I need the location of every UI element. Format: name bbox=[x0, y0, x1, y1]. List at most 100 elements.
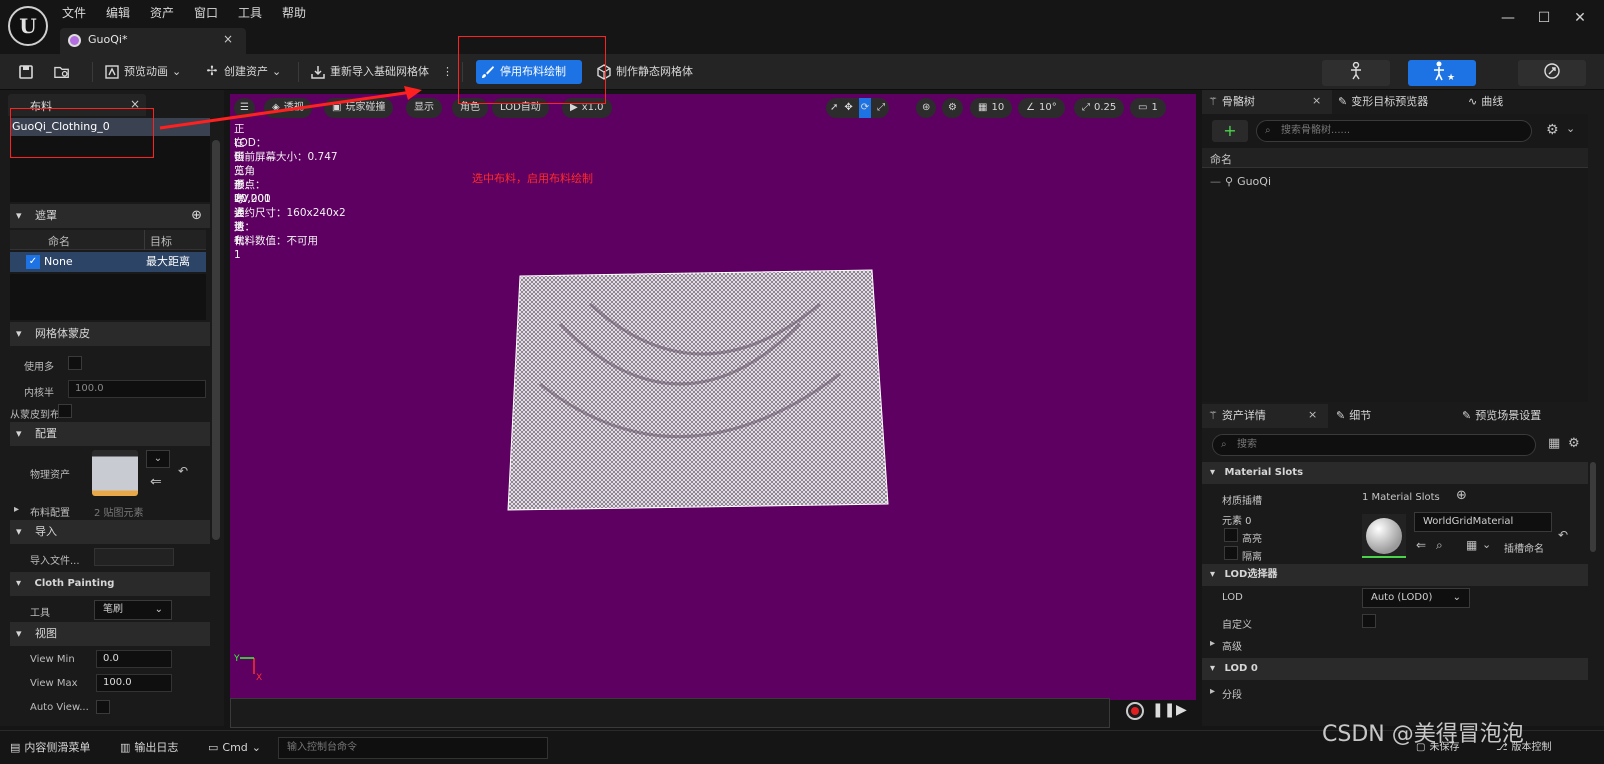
view-section-header[interactable]: ▾ 视图 bbox=[10, 622, 210, 646]
preview-scene-settings-tab[interactable]: ✎ 预览场景设置 bbox=[1462, 405, 1541, 427]
viewport[interactable]: ☰ ◈透视 ▣玩家碰撞 显示 角色 LOD自动 ▶x1.0 ➚ ✥ ⟳ ⤢ ⊛ … bbox=[230, 94, 1196, 700]
cmd-dropdown[interactable]: ▭ Cmd ⌄ bbox=[208, 739, 261, 757]
material-slots-section-header[interactable]: ▾ Material Slots bbox=[1202, 462, 1588, 484]
expand-arrow-icon[interactable]: ▸ bbox=[14, 504, 19, 515]
menu-help[interactable]: 帮助 bbox=[282, 4, 306, 22]
tool-dropdown[interactable]: 笔刷 ⌄ bbox=[94, 600, 172, 620]
document-tab-close-button[interactable]: × bbox=[223, 32, 233, 46]
left-panel-scrollbar[interactable] bbox=[212, 140, 220, 540]
bone-icon: ⚲ bbox=[1225, 174, 1234, 188]
inner-radius-field[interactable]: 100.0 bbox=[68, 380, 206, 398]
cloth-mesh[interactable] bbox=[500, 264, 910, 524]
import-section-header[interactable]: ▾ 导入 bbox=[10, 520, 210, 544]
skeleton-tab-close-button[interactable]: × bbox=[1312, 94, 1321, 107]
save-button[interactable] bbox=[14, 60, 38, 84]
chevron-down-icon[interactable]: ⌄ bbox=[1482, 538, 1491, 551]
checker-icon[interactable]: ▦ bbox=[1466, 538, 1477, 552]
auto-view-checkbox[interactable] bbox=[96, 700, 110, 714]
expand-arrow-icon[interactable]: ▸ bbox=[1210, 638, 1215, 649]
mesh-skin-section-header[interactable]: ▾ 网格体蒙皮 bbox=[10, 322, 210, 346]
axis-gizmo: Y X bbox=[233, 654, 262, 682]
select-icon[interactable]: ➚ bbox=[830, 98, 838, 118]
pause-icon[interactable]: ❚❚ bbox=[1152, 702, 1175, 718]
menu-edit[interactable]: 编辑 bbox=[106, 4, 130, 22]
bone-row-root[interactable]: — ⚲ GuoQi bbox=[1210, 172, 1271, 190]
lod-picker-section-header[interactable]: ▾ LOD选择器 bbox=[1202, 564, 1588, 586]
from-skin-checkbox[interactable] bbox=[58, 404, 72, 418]
mask-table-header: 命名 目标 bbox=[10, 230, 206, 250]
animation-mode-button[interactable] bbox=[1518, 60, 1586, 86]
material-picker[interactable]: WorldGridMaterial bbox=[1414, 512, 1552, 532]
more-options-button[interactable]: ⋮ bbox=[438, 60, 457, 84]
chevron-down-icon[interactable]: ⌄ bbox=[1566, 122, 1575, 135]
world-local-icon[interactable]: ⊛ bbox=[916, 98, 937, 118]
mask-section-header[interactable]: ▾ 遮罩 ⊕ bbox=[10, 204, 210, 228]
menu-file[interactable]: 文件 bbox=[62, 4, 86, 22]
skeleton-search-input[interactable]: ⌕ 搜索骨骼树...... bbox=[1256, 120, 1532, 142]
output-log-button[interactable]: ▥ 输出日志 bbox=[120, 739, 178, 757]
add-mask-icon[interactable]: ⊕ bbox=[191, 204, 202, 228]
scale-icon[interactable]: ⤢ bbox=[877, 98, 885, 118]
material-thumbnail[interactable] bbox=[1362, 514, 1406, 558]
physics-asset-label: 物理资产 bbox=[30, 470, 70, 481]
isolate-checkbox[interactable] bbox=[1224, 546, 1238, 560]
details-search-input[interactable]: ⌕ 搜索 bbox=[1212, 434, 1536, 456]
camera-speed-button[interactable]: ▭ 1 bbox=[1130, 98, 1166, 118]
document-tab[interactable]: GuoQi* × bbox=[60, 28, 246, 54]
view-min-field[interactable]: 0.0 bbox=[96, 650, 172, 668]
gear-icon[interactable]: ⚙ bbox=[1568, 436, 1580, 451]
surface-snap-icon[interactable]: ⚙ bbox=[942, 98, 963, 118]
reset-icon[interactable]: ↶ bbox=[178, 464, 188, 478]
use-selected-icon[interactable]: ⇐ bbox=[1416, 538, 1426, 552]
asset-details-tab[interactable]: ⚚ 资产详情 × bbox=[1202, 404, 1328, 428]
lod-dropdown[interactable]: Auto (LOD0) ⌄ bbox=[1362, 588, 1470, 608]
translate-icon[interactable]: ✥ bbox=[844, 98, 852, 118]
maximize-button[interactable]: ☐ bbox=[1530, 8, 1558, 28]
mask-enabled-checkbox[interactable]: ✓ bbox=[26, 255, 40, 269]
details-scrollbar[interactable] bbox=[1590, 462, 1596, 552]
use-selected-icon[interactable]: ⇐ bbox=[150, 474, 162, 490]
unreal-logo-icon[interactable]: U bbox=[8, 6, 48, 46]
add-bone-button[interactable]: + bbox=[1212, 120, 1248, 142]
highlight-checkbox[interactable] bbox=[1224, 528, 1238, 542]
lod0-section-header[interactable]: ▾ LOD 0 bbox=[1202, 658, 1588, 680]
skeleton-tree-tab[interactable]: ⚚ 骨骼树 × bbox=[1202, 90, 1332, 114]
use-multi-checkbox[interactable] bbox=[68, 356, 82, 370]
skeleton-mode-button[interactable] bbox=[1322, 60, 1390, 86]
menu-tools[interactable]: 工具 bbox=[238, 4, 262, 22]
expand-arrow-icon[interactable]: ▸ bbox=[1210, 686, 1215, 697]
record-button[interactable] bbox=[1126, 702, 1144, 720]
config-section-header[interactable]: ▾ 配置 bbox=[10, 422, 210, 446]
step-forward-icon[interactable]: ▶ bbox=[1176, 702, 1187, 718]
angle-snap-button[interactable]: ∠ 10° bbox=[1018, 98, 1065, 118]
gear-icon[interactable]: ⚙ bbox=[1546, 122, 1559, 138]
scale-snap-button[interactable]: ⤢ 0.25 bbox=[1074, 98, 1125, 118]
minimize-button[interactable]: — bbox=[1494, 8, 1522, 28]
rotate-icon[interactable]: ⟳ bbox=[858, 98, 872, 118]
add-material-slot-icon[interactable]: ⊕ bbox=[1456, 488, 1467, 503]
table-view-icon[interactable]: ▦ bbox=[1548, 436, 1560, 451]
close-window-button[interactable]: ✕ bbox=[1566, 8, 1594, 28]
make-static-mesh-button[interactable]: 制作静态网格体 bbox=[592, 60, 697, 84]
view-max-field[interactable]: 100.0 bbox=[96, 674, 172, 692]
details-tab[interactable]: ✎ 细节 bbox=[1336, 405, 1371, 427]
browse-content-button[interactable] bbox=[50, 60, 74, 84]
content-drawer-button[interactable]: ▤ 内容侧滑菜单 bbox=[10, 739, 90, 757]
mask-row[interactable]: ✓ None 最大距离 bbox=[10, 252, 206, 272]
morph-target-tab[interactable]: ✎ 变形目标预览器 bbox=[1338, 91, 1428, 113]
physics-asset-dropdown[interactable]: ⌄ bbox=[146, 450, 170, 468]
browse-icon[interactable]: ⌕ bbox=[1436, 538, 1443, 553]
svg-text:★: ★ bbox=[1447, 73, 1455, 81]
console-input[interactable]: 输入控制台命令 bbox=[278, 737, 548, 759]
menu-asset[interactable]: 资产 bbox=[150, 4, 174, 22]
curves-tab[interactable]: ∿ 曲线 bbox=[1468, 91, 1503, 113]
mesh-mode-button[interactable]: ★ bbox=[1408, 60, 1476, 86]
physics-asset-thumbnail[interactable] bbox=[92, 450, 138, 496]
reset-icon[interactable]: ↶ bbox=[1558, 528, 1568, 542]
cloth-painting-section-header[interactable]: ▾ Cloth Painting bbox=[10, 572, 210, 596]
custom-checkbox[interactable] bbox=[1362, 614, 1376, 628]
grid-snap-button[interactable]: ▦ 10 bbox=[970, 98, 1013, 118]
import-file-field[interactable] bbox=[94, 548, 174, 566]
details-tab-close-button[interactable]: × bbox=[1308, 408, 1317, 421]
menu-window[interactable]: 窗口 bbox=[194, 4, 218, 22]
